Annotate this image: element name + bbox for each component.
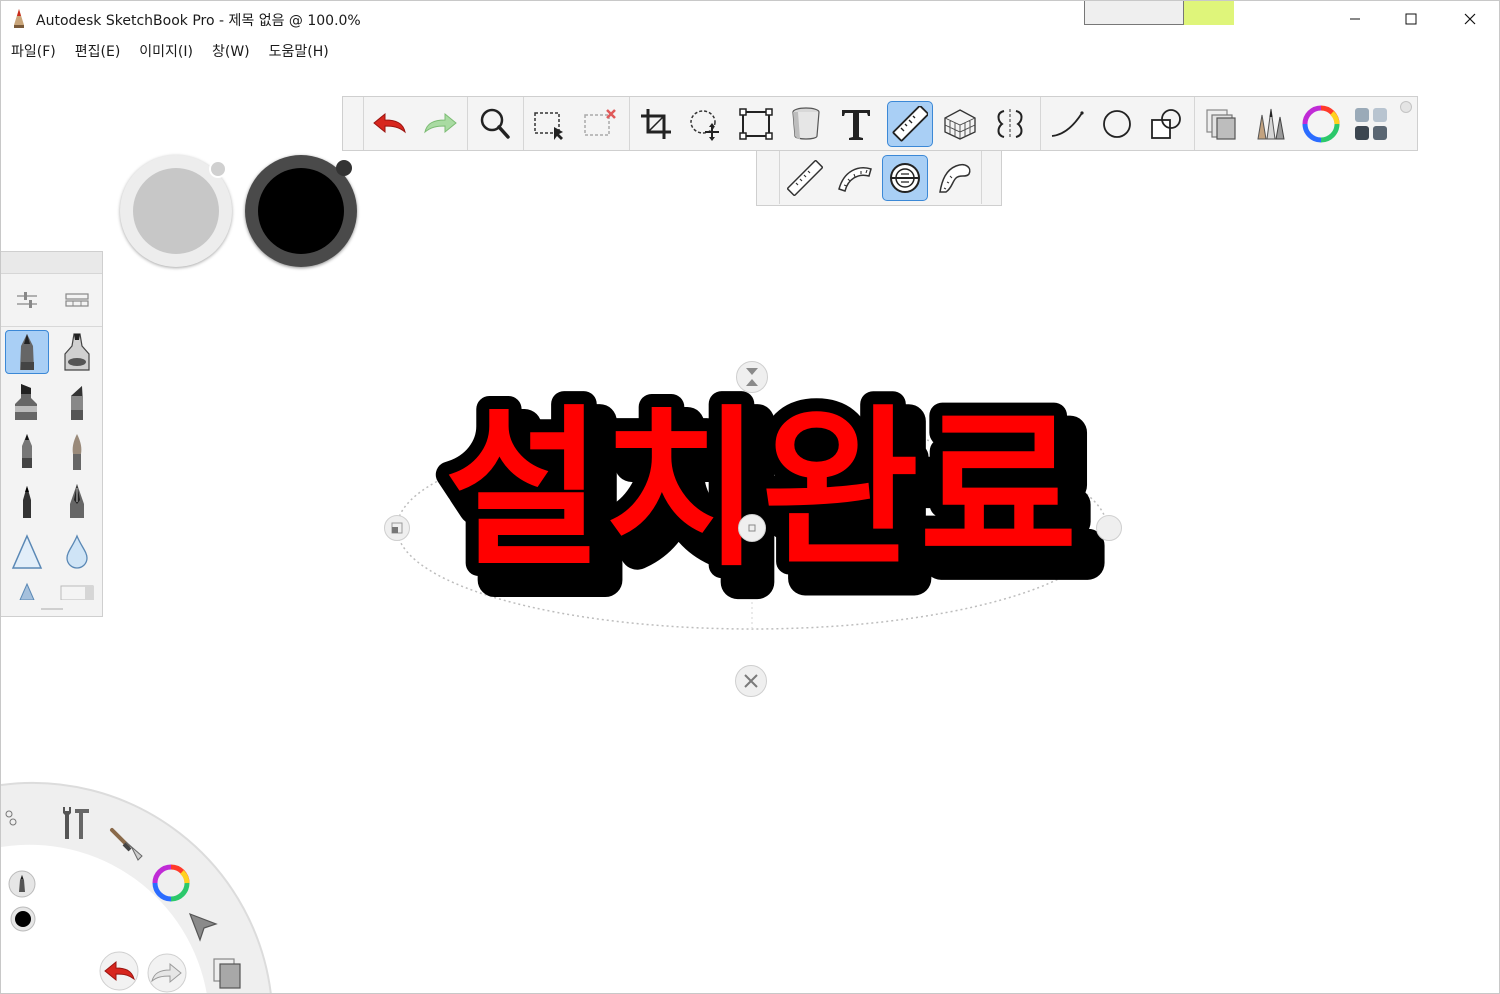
redo-icon — [147, 953, 187, 993]
select-arrow-icon — [188, 912, 218, 942]
lagoon-partial-button[interactable] — [1, 801, 23, 835]
brush-icon — [110, 828, 143, 861]
canvas-artwork: 설치완료 설치완료 설치완료 — [432, 391, 1111, 611]
color-indicator-icon — [10, 906, 36, 932]
scale-vertical-icon — [746, 368, 758, 386]
lagoon-select-button[interactable] — [181, 905, 225, 949]
ruler-scale-handle[interactable] — [736, 361, 768, 393]
ruler-right-handle[interactable] — [1096, 515, 1122, 541]
sketchbook-window: Autodesk SketchBook Pro - 제목 없음 @ 100.0%… — [0, 0, 1500, 994]
ruler-left-handle[interactable] — [384, 515, 410, 541]
lagoon-redo-button[interactable] — [145, 951, 189, 993]
lagoon-tools-button[interactable] — [53, 801, 97, 845]
rotate-handle-icon — [391, 522, 403, 534]
lagoon-color-indicator[interactable] — [9, 905, 37, 933]
lagoon-undo-button[interactable] — [97, 949, 141, 993]
lagoon-menu — [1, 761, 301, 993]
color-wheel-icon — [152, 864, 190, 902]
ruler-close-handle[interactable] — [735, 665, 767, 697]
close-icon — [744, 674, 758, 688]
lagoon-brush-button[interactable] — [105, 823, 149, 867]
ruler-center-handle[interactable] — [738, 514, 766, 542]
lagoon-color-button[interactable] — [149, 861, 193, 905]
lagoon-layers-button[interactable] — [205, 951, 249, 993]
center-point-icon — [748, 524, 756, 532]
tools-icon — [63, 807, 89, 839]
node-icon — [5, 810, 17, 826]
undo-icon — [99, 951, 139, 991]
lagoon-pencil-indicator[interactable] — [7, 869, 37, 899]
pencil-indicator-icon — [8, 870, 36, 898]
installation-complete-text: 설치완료 — [445, 391, 1078, 590]
layers-icon — [213, 958, 241, 989]
